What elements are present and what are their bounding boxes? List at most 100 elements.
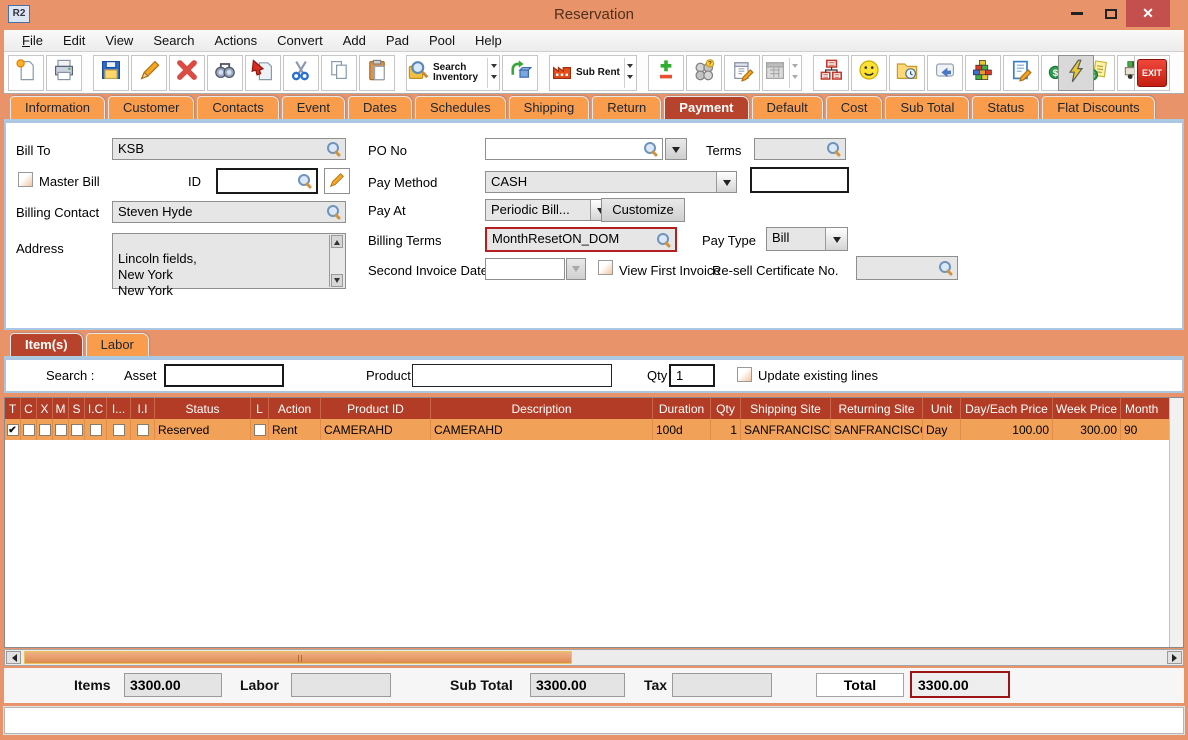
col-week-price[interactable]: Week Price xyxy=(1053,398,1121,419)
quick-flash-button[interactable] xyxy=(1058,55,1094,91)
billing-terms-field[interactable]: MonthResetON_DOM xyxy=(485,227,677,252)
resell-cert-field[interactable] xyxy=(856,256,958,280)
tab-event[interactable]: Event xyxy=(281,96,345,119)
product-input[interactable] xyxy=(412,364,612,387)
row-checkbox-idots[interactable] xyxy=(112,423,125,436)
chevron-down-icon[interactable] xyxy=(825,228,847,250)
terms-field[interactable] xyxy=(754,138,846,160)
row-checkbox-t[interactable]: ✔ xyxy=(6,423,19,436)
pay-type-combo[interactable]: Bill xyxy=(766,227,848,251)
memo-button[interactable] xyxy=(1002,54,1039,91)
search-inventory-button[interactable]: Search Inventory xyxy=(406,54,500,91)
view-first-invoice-checkbox[interactable] xyxy=(598,260,613,275)
qty-input[interactable]: 1 xyxy=(669,364,715,387)
close-button[interactable]: ✕ xyxy=(1126,0,1170,27)
col-idots[interactable]: I... xyxy=(107,398,131,419)
master-bill-checkbox[interactable] xyxy=(18,172,33,187)
id-field[interactable] xyxy=(216,168,318,194)
col-l[interactable]: L xyxy=(251,398,269,419)
search-icon[interactable] xyxy=(326,141,342,157)
extra-field[interactable] xyxy=(750,167,849,193)
chevron-down-icon[interactable] xyxy=(716,172,736,192)
tab-contacts[interactable]: Contacts xyxy=(197,96,279,119)
sub-rent-dropdown[interactable] xyxy=(623,57,636,88)
row-checkbox-m[interactable] xyxy=(54,423,67,436)
notes-button[interactable] xyxy=(723,54,760,91)
billing-contact-field[interactable]: Steven Hyde xyxy=(112,201,346,223)
scroll-down-icon[interactable] xyxy=(331,274,343,287)
scrollbar-thumb[interactable] xyxy=(24,651,572,664)
row-checkbox-ii[interactable] xyxy=(136,423,149,436)
search-icon[interactable] xyxy=(297,173,313,189)
search-icon[interactable] xyxy=(938,260,954,276)
menu-help[interactable]: Help xyxy=(465,30,512,52)
col-day-each-price[interactable]: Day/Each Price xyxy=(961,398,1053,419)
maximize-button[interactable] xyxy=(1096,0,1126,27)
org-chart-button[interactable] xyxy=(812,54,849,91)
sub-rent-button[interactable]: Sub Rent xyxy=(549,54,637,91)
bill-to-field[interactable]: KSB xyxy=(112,138,346,160)
cut-button[interactable] xyxy=(283,54,319,91)
find-button[interactable] xyxy=(207,54,243,91)
search-icon[interactable] xyxy=(326,204,342,220)
col-returning-site[interactable]: Returning Site xyxy=(831,398,923,419)
address-textarea[interactable]: Lincoln fields, New York New York xyxy=(112,233,346,298)
edit-id-button[interactable] xyxy=(324,168,350,194)
row-checkbox-c[interactable] xyxy=(22,423,35,436)
print-button[interactable] xyxy=(46,54,82,91)
tab-default[interactable]: Default xyxy=(751,96,823,119)
tab-labor[interactable]: Labor xyxy=(85,333,149,356)
menu-actions[interactable]: Actions xyxy=(205,30,268,52)
exit-button[interactable]: EXIT xyxy=(1134,55,1170,91)
minimize-button[interactable] xyxy=(1062,0,1092,27)
tab-dates[interactable]: Dates xyxy=(347,96,412,119)
tab-flat-discounts[interactable]: Flat Discounts xyxy=(1042,96,1155,119)
row-checkbox-x[interactable] xyxy=(38,423,51,436)
menu-pool[interactable]: Pool xyxy=(419,30,465,52)
row-checkbox-ic[interactable] xyxy=(89,423,102,436)
menu-convert[interactable]: Convert xyxy=(267,30,333,52)
menu-view[interactable]: View xyxy=(95,30,143,52)
tab-payment[interactable]: Payment xyxy=(664,96,749,119)
grid-vertical-scrollbar[interactable] xyxy=(1169,398,1183,647)
col-duration[interactable]: Duration xyxy=(653,398,711,419)
col-s[interactable]: S xyxy=(69,398,85,419)
address-scrollbar[interactable] xyxy=(329,235,344,287)
save-button[interactable] xyxy=(93,54,129,91)
tab-shipping[interactable]: Shipping xyxy=(508,96,590,119)
menu-edit[interactable]: Edit xyxy=(53,30,95,52)
inventory-button[interactable] xyxy=(964,54,1001,91)
col-c[interactable]: C xyxy=(21,398,37,419)
tab-status[interactable]: Status xyxy=(972,96,1040,119)
paste-button[interactable] xyxy=(359,54,395,91)
update-existing-lines-checkbox[interactable] xyxy=(737,367,752,382)
import-document-button[interactable] xyxy=(245,54,281,91)
customer-button[interactable] xyxy=(850,54,887,91)
customize-button[interactable]: Customize xyxy=(601,198,685,222)
search-inventory-dropdown[interactable] xyxy=(487,57,499,88)
copy-button[interactable] xyxy=(321,54,357,91)
search-icon[interactable] xyxy=(656,232,672,248)
pool-button[interactable]: ? xyxy=(685,54,722,91)
col-t[interactable]: T xyxy=(5,398,21,419)
menu-pad[interactable]: Pad xyxy=(376,30,419,52)
pay-at-combo[interactable]: Periodic Bill... xyxy=(485,199,611,221)
row-checkbox-l[interactable] xyxy=(253,423,266,436)
tab-customer[interactable]: Customer xyxy=(108,96,195,119)
asset-input[interactable] xyxy=(164,364,284,387)
calendar-button[interactable] xyxy=(761,54,802,91)
col-description[interactable]: Description xyxy=(431,398,653,419)
po-no-field[interactable] xyxy=(485,138,663,160)
tab-cost[interactable]: Cost xyxy=(825,96,883,119)
scroll-left-icon[interactable] xyxy=(6,651,21,664)
tab-sub-total[interactable]: Sub Total xyxy=(885,96,970,119)
pay-method-combo[interactable]: CASH xyxy=(485,171,737,193)
menu-add[interactable]: Add xyxy=(333,30,376,52)
table-row[interactable]: ✔ Reserved Rent CAMERAHD CAMERAHD 100d 1… xyxy=(5,419,1183,440)
po-no-dropdown-button[interactable] xyxy=(665,138,687,160)
col-shipping-site[interactable]: Shipping Site xyxy=(741,398,831,419)
col-ic[interactable]: I.C xyxy=(85,398,107,419)
shortcut-button[interactable] xyxy=(926,54,963,91)
col-product-id[interactable]: Product ID xyxy=(321,398,431,419)
menu-file[interactable]: File xyxy=(12,30,53,52)
